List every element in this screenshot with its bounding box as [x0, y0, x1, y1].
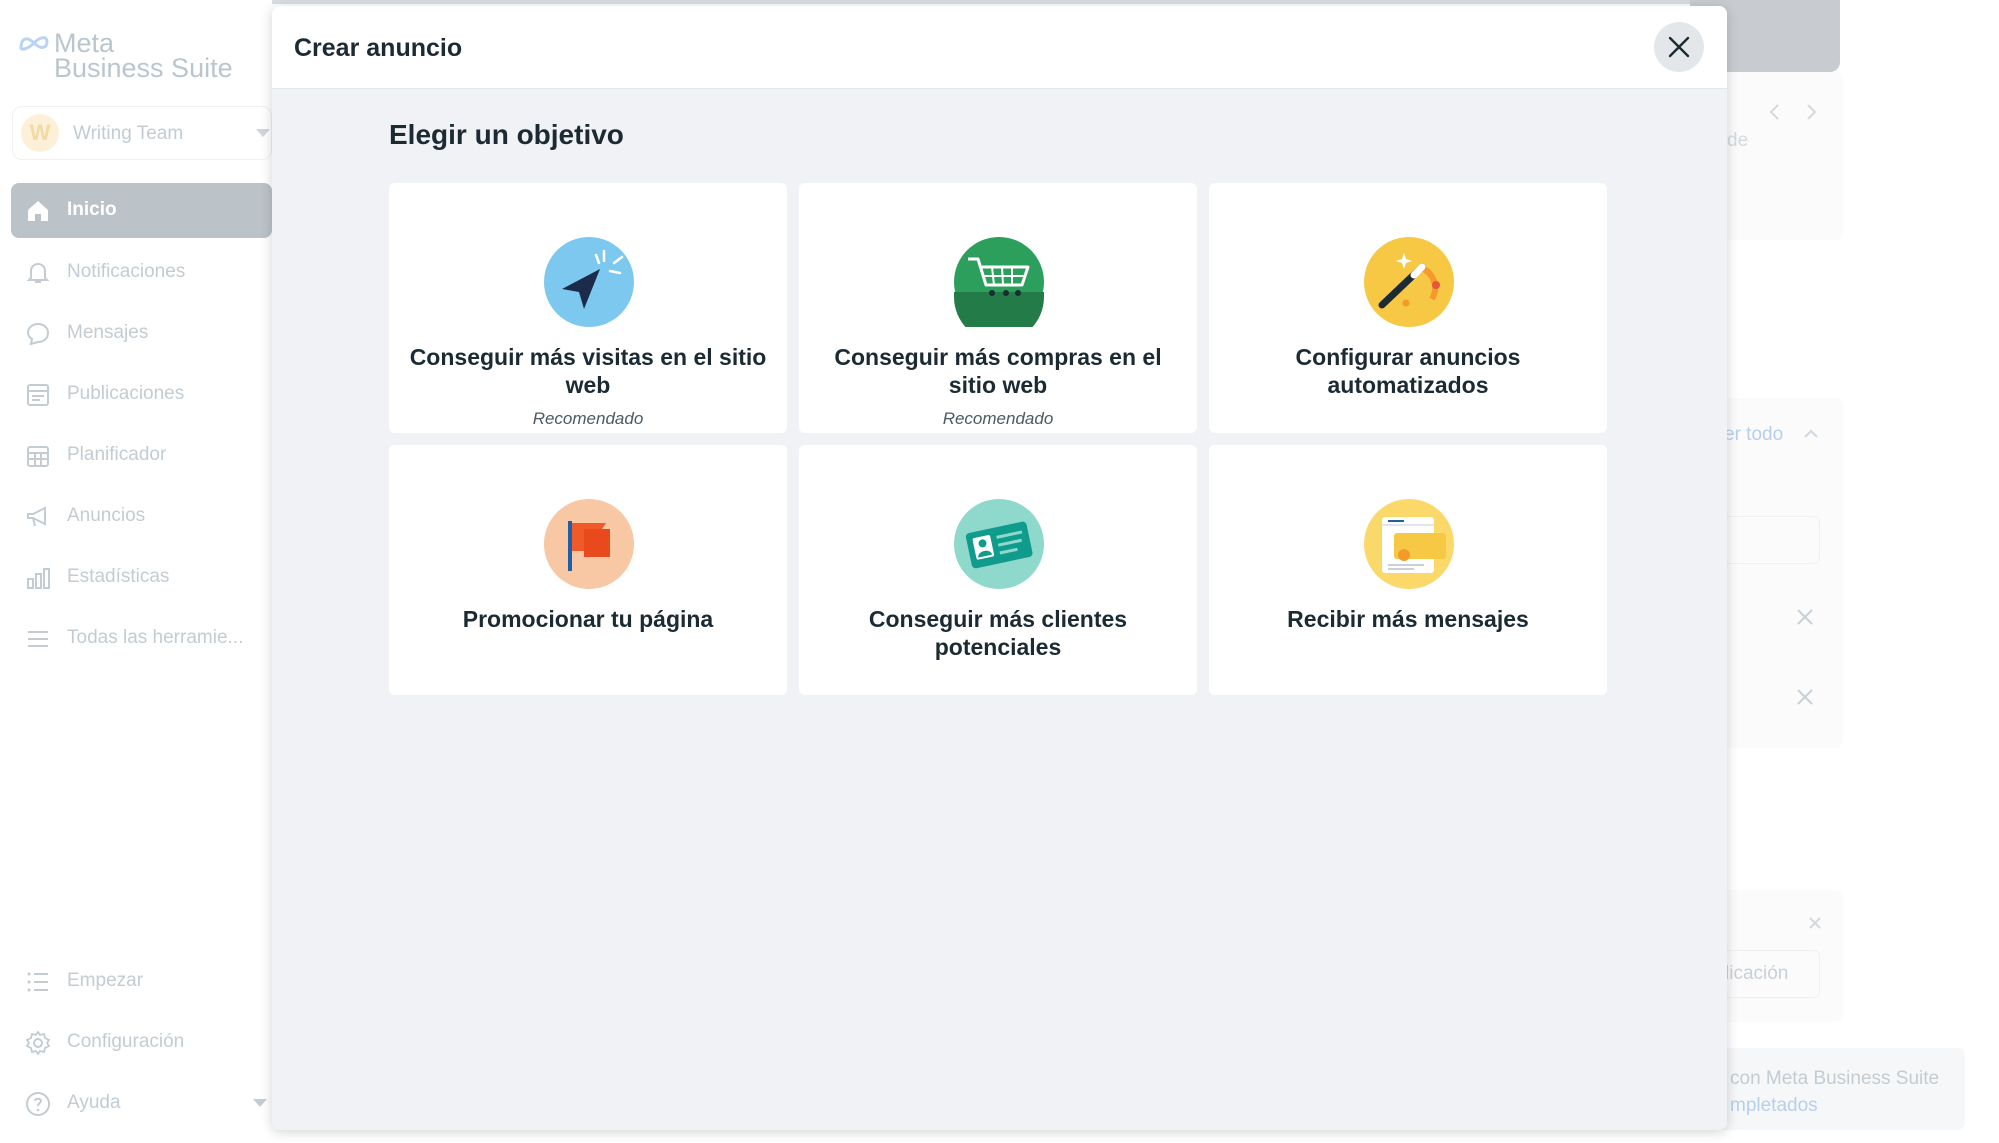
carousel-arrows-icon[interactable] — [1768, 102, 1818, 122]
flag-icon — [544, 499, 634, 589]
meta-infinity-icon — [19, 36, 49, 51]
account-name: Writing Team — [73, 123, 184, 144]
cursor-click-icon — [544, 237, 634, 327]
sidebar-item-label: Empezar — [67, 970, 144, 991]
create-ad-dialog: Crear anuncio Elegir un objetivo Consegu… — [272, 6, 1727, 1130]
bell-icon — [26, 262, 50, 283]
sidebar-item-mensajes[interactable]: Mensajes — [11, 306, 272, 361]
close-icon[interactable] — [1808, 916, 1822, 930]
objective-label: Conseguir más clientes potenciales — [868, 606, 1128, 660]
contact-card-icon — [954, 499, 1044, 589]
background-input-text: licación — [1725, 963, 1789, 984]
chevron-down-icon — [253, 1099, 267, 1107]
background-text: de — [1727, 130, 1749, 151]
shopping-cart-icon — [954, 237, 1044, 327]
see-all-link[interactable]: er todo — [1724, 424, 1783, 446]
sidebar-item-planificador[interactable]: Planificador — [11, 428, 272, 483]
account-switcher[interactable]: W Writing Team — [12, 106, 272, 160]
sidebar-item-todas-herramientas[interactable]: Todas las herramie... — [11, 611, 272, 666]
background-footer-link[interactable]: mpletados — [1730, 1095, 1818, 1117]
sidebar-item-label: Inicio — [67, 199, 117, 220]
sidebar-item-label: Anuncios — [67, 505, 146, 526]
sidebar-item-estadisticas[interactable]: Estadísticas — [11, 550, 272, 605]
home-icon — [28, 201, 48, 221]
objective-label: Conseguir más visitas en el sitio web — [409, 344, 767, 398]
sidebar-item-ayuda[interactable]: Ayuda — [11, 1076, 272, 1131]
bar-chart-icon — [27, 568, 50, 589]
sidebar-item-label: Ayuda — [67, 1092, 121, 1113]
objective-card-automated-ads[interactable]: Configurar anuncios automatizados — [1209, 183, 1607, 433]
megaphone-icon — [27, 506, 46, 527]
close-icon[interactable] — [1796, 608, 1814, 626]
sidebar-item-inicio[interactable]: Inicio — [11, 183, 272, 238]
sidebar-item-label: Configuración — [67, 1031, 185, 1052]
objective-label: Conseguir más compras en el sitio web — [834, 344, 1162, 398]
menu-lines-icon — [28, 631, 48, 647]
sidebar-item-label: Todas las herramie... — [67, 627, 244, 648]
background-footer-card: con Meta Business Suite mpletados — [1690, 1048, 1965, 1130]
sidebar-item-publicaciones[interactable]: Publicaciones — [11, 367, 272, 422]
sidebar-item-anuncios[interactable]: Anuncios — [11, 489, 272, 544]
sidebar-item-label: Publicaciones — [67, 383, 185, 404]
avatar: W — [21, 114, 59, 152]
objective-label: Configurar anuncios automatizados — [1295, 344, 1521, 398]
gear-icon — [25, 1030, 51, 1056]
sidebar-item-notificaciones[interactable]: Notificaciones — [11, 245, 272, 300]
help-icon — [26, 1092, 50, 1116]
objective-label: Promocionar tu página — [462, 606, 714, 632]
objective-card-website-purchases[interactable]: Conseguir más compras en el sitio web Re… — [799, 183, 1197, 433]
message-window-icon — [1364, 499, 1454, 589]
background-footer-text: con Meta Business Suite — [1730, 1068, 1940, 1089]
objective-card-messages[interactable]: Recibir más mensajes — [1209, 445, 1607, 695]
calendar-grid-icon — [27, 446, 49, 467]
sidebar-item-label: Notificaciones — [67, 261, 186, 282]
sidebar-item-label: Estadísticas — [67, 566, 170, 587]
list-icon — [27, 972, 48, 992]
recommended-tag: Recomendado — [942, 409, 1054, 428]
chevron-down-icon — [256, 129, 270, 137]
objective-card-promote-page[interactable]: Promocionar tu página — [389, 445, 787, 695]
dialog-header: Crear anuncio — [272, 6, 1727, 89]
sidebar-item-label: Planificador — [67, 444, 167, 465]
posts-icon — [27, 384, 49, 406]
close-button[interactable] — [1654, 22, 1704, 72]
objective-label: Recibir más mensajes — [1287, 606, 1529, 632]
close-icon[interactable] — [1796, 688, 1814, 706]
sidebar-item-empezar[interactable]: Empezar — [11, 954, 272, 1009]
recommended-tag: Recomendado — [532, 409, 644, 428]
objective-card-website-visits[interactable]: Conseguir más visitas en el sitio web Re… — [389, 183, 787, 433]
brand-line2: Business Suite — [54, 53, 233, 83]
magic-wand-icon — [1364, 237, 1454, 327]
sidebar: Meta Business Suite W Writing Team Inici… — [0, 0, 272, 1143]
close-icon — [1668, 36, 1690, 58]
chevron-up-icon[interactable] — [1804, 428, 1818, 438]
sidebar-item-configuracion[interactable]: Configuración — [11, 1015, 272, 1070]
top-divider — [272, 0, 1840, 4]
dialog-title: Crear anuncio — [294, 34, 463, 62]
sidebar-item-label: Mensajes — [67, 322, 149, 343]
chat-bubble-icon — [26, 322, 50, 346]
objective-card-leads[interactable]: Conseguir más clientes potenciales — [799, 445, 1197, 695]
section-title: Elegir un objetivo — [389, 119, 624, 150]
